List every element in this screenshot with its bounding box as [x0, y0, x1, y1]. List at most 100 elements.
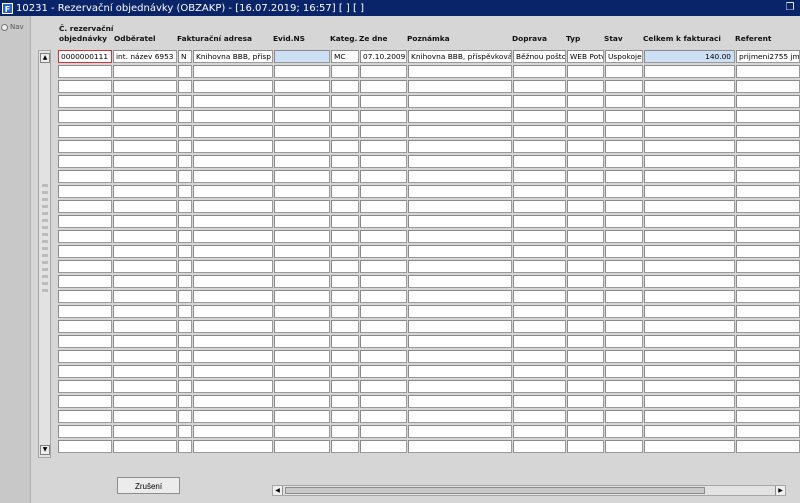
- table-cell[interactable]: [605, 185, 643, 198]
- table-cell[interactable]: [178, 365, 192, 378]
- table-cell[interactable]: [513, 185, 566, 198]
- table-cell[interactable]: [605, 440, 643, 453]
- table-cell[interactable]: [605, 170, 643, 183]
- table-cell[interactable]: [408, 200, 512, 213]
- cell-odberatel[interactable]: int. název 6953 &: [113, 50, 177, 63]
- table-cell[interactable]: [408, 440, 512, 453]
- table-cell[interactable]: [605, 155, 643, 168]
- table-cell[interactable]: [567, 365, 604, 378]
- table-cell[interactable]: [736, 95, 800, 108]
- table-cell[interactable]: [113, 335, 177, 348]
- table-cell[interactable]: [513, 290, 566, 303]
- table-cell[interactable]: [113, 245, 177, 258]
- table-cell[interactable]: [178, 380, 192, 393]
- table-cell[interactable]: [331, 335, 359, 348]
- table-cell[interactable]: [567, 305, 604, 318]
- table-cell[interactable]: [331, 215, 359, 228]
- table-cell[interactable]: [408, 425, 512, 438]
- table-cell[interactable]: [193, 170, 273, 183]
- table-cell[interactable]: [178, 80, 192, 93]
- table-cell[interactable]: [605, 380, 643, 393]
- table-cell[interactable]: [513, 200, 566, 213]
- cell-stav[interactable]: Uspokojen: [605, 50, 643, 63]
- table-cell[interactable]: [331, 275, 359, 288]
- table-cell[interactable]: [360, 365, 407, 378]
- table-cell[interactable]: [58, 395, 112, 408]
- table-cell[interactable]: [605, 245, 643, 258]
- table-cell[interactable]: [178, 440, 192, 453]
- table-cell[interactable]: [360, 215, 407, 228]
- table-cell[interactable]: [58, 185, 112, 198]
- table-cell[interactable]: [644, 410, 735, 423]
- table-cell[interactable]: [644, 155, 735, 168]
- table-cell[interactable]: [736, 155, 800, 168]
- table-cell[interactable]: [513, 395, 566, 408]
- table-cell[interactable]: [193, 350, 273, 363]
- table-cell[interactable]: [567, 425, 604, 438]
- table-cell[interactable]: [567, 215, 604, 228]
- table-cell[interactable]: [605, 140, 643, 153]
- table-cell[interactable]: [736, 425, 800, 438]
- table-cell[interactable]: [178, 290, 192, 303]
- table-cell[interactable]: [644, 245, 735, 258]
- table-cell[interactable]: [644, 320, 735, 333]
- table-cell[interactable]: [360, 230, 407, 243]
- table-cell[interactable]: [178, 395, 192, 408]
- table-cell[interactable]: [178, 125, 192, 138]
- table-cell[interactable]: [644, 335, 735, 348]
- table-cell[interactable]: [644, 260, 735, 273]
- table-cell[interactable]: [113, 185, 177, 198]
- table-cell[interactable]: [331, 80, 359, 93]
- table-cell[interactable]: [360, 350, 407, 363]
- table-cell[interactable]: [193, 335, 273, 348]
- table-cell[interactable]: [567, 230, 604, 243]
- table-cell[interactable]: [513, 215, 566, 228]
- table-cell[interactable]: [567, 350, 604, 363]
- table-cell[interactable]: [274, 395, 330, 408]
- table-cell[interactable]: [58, 155, 112, 168]
- table-cell[interactable]: [193, 425, 273, 438]
- table-cell[interactable]: [113, 320, 177, 333]
- cell-kateg[interactable]: MC: [331, 50, 359, 63]
- table-cell[interactable]: [408, 65, 512, 78]
- table-cell[interactable]: [360, 380, 407, 393]
- table-cell[interactable]: [58, 125, 112, 138]
- table-cell[interactable]: [513, 335, 566, 348]
- table-cell[interactable]: [178, 275, 192, 288]
- table-cell[interactable]: [331, 320, 359, 333]
- table-cell[interactable]: [644, 275, 735, 288]
- cell-poznamka[interactable]: Knihovna BBB, příspěvková: [408, 50, 512, 63]
- arrow-left-icon[interactable]: ◀: [273, 486, 283, 495]
- table-cell[interactable]: [178, 170, 192, 183]
- table-cell[interactable]: [605, 260, 643, 273]
- table-cell[interactable]: [58, 425, 112, 438]
- table-cell[interactable]: [360, 155, 407, 168]
- table-cell[interactable]: [113, 125, 177, 138]
- table-cell[interactable]: [360, 290, 407, 303]
- table-cell[interactable]: [331, 155, 359, 168]
- table-cell[interactable]: [360, 395, 407, 408]
- table-cell[interactable]: [113, 170, 177, 183]
- table-cell[interactable]: [736, 215, 800, 228]
- table-cell[interactable]: [736, 110, 800, 123]
- table-cell[interactable]: [736, 290, 800, 303]
- table-cell[interactable]: [274, 425, 330, 438]
- table-cell[interactable]: [567, 170, 604, 183]
- table-cell[interactable]: [274, 260, 330, 273]
- table-cell[interactable]: [193, 245, 273, 258]
- table-cell[interactable]: [58, 410, 112, 423]
- table-cell[interactable]: [274, 65, 330, 78]
- table-cell[interactable]: [360, 245, 407, 258]
- table-cell[interactable]: [605, 215, 643, 228]
- table-cell[interactable]: [605, 395, 643, 408]
- table-cell[interactable]: [513, 170, 566, 183]
- table-cell[interactable]: [644, 290, 735, 303]
- table-cell[interactable]: [193, 290, 273, 303]
- table-cell[interactable]: [193, 110, 273, 123]
- table-cell[interactable]: [178, 260, 192, 273]
- table-cell[interactable]: [644, 365, 735, 378]
- table-cell[interactable]: [408, 395, 512, 408]
- table-cell[interactable]: [567, 200, 604, 213]
- table-cell[interactable]: [644, 65, 735, 78]
- cell-fakt-adresa[interactable]: Knihovna BBB, přísp: [193, 50, 273, 63]
